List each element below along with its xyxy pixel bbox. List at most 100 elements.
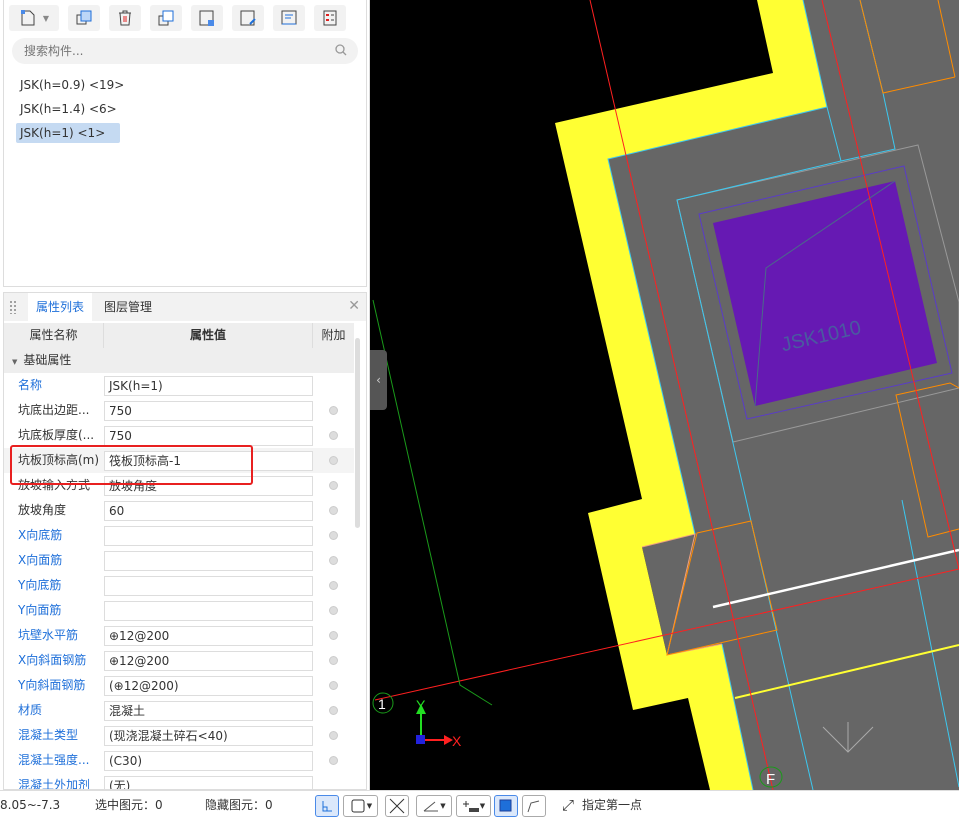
property-row[interactable]: 坑壁水平筋 ⊕12@200	[4, 623, 354, 648]
edit-template-icon	[240, 10, 256, 26]
svg-text:Y: Y	[416, 697, 426, 713]
scrollbar[interactable]	[355, 338, 360, 528]
list-item-selected[interactable]: JSK(h=1) <1>	[16, 123, 120, 143]
orthogonal-button[interactable]	[315, 795, 339, 817]
attach-radio[interactable]	[329, 681, 338, 690]
property-row[interactable]: 名称 JSK(h=1)	[4, 373, 354, 398]
property-value-field[interactable]: 750	[104, 426, 313, 446]
property-value-field[interactable]	[104, 551, 313, 571]
attach-radio[interactable]	[329, 456, 338, 465]
search-input[interactable]	[12, 38, 358, 64]
property-name: 坑底出边距...	[18, 403, 90, 417]
property-name: 混凝土外加剂	[18, 778, 91, 790]
chevron-left-icon: ‹	[376, 373, 381, 387]
property-value-field[interactable]: 750	[104, 401, 313, 421]
edit-template-button[interactable]	[232, 5, 264, 31]
attach-radio[interactable]	[329, 481, 338, 490]
dimension-icon	[462, 801, 479, 812]
axis-label-f: F	[766, 771, 775, 788]
dimension-button[interactable]: ▼	[456, 795, 491, 817]
command-prompt: 指定第一点	[582, 798, 643, 812]
column-header: 属性值	[104, 323, 313, 348]
property-row[interactable]: 放坡角度 60	[4, 498, 354, 523]
property-name: 混凝土类型	[18, 728, 79, 742]
property-value-field[interactable]: ⊕12@200	[104, 626, 313, 646]
polyline-button[interactable]	[522, 795, 546, 817]
attach-radio[interactable]	[329, 581, 338, 590]
highlight-box	[10, 445, 253, 485]
property-value-field[interactable]: 混凝土	[104, 701, 313, 721]
snap-button[interactable]: ▼	[343, 795, 378, 817]
property-value-field[interactable]: (现浇混凝土碎石<40)	[104, 726, 313, 746]
layer-copy-icon	[158, 10, 174, 26]
property-name: 放坡角度	[18, 503, 67, 517]
property-value-field[interactable]	[104, 526, 313, 546]
property-name: X向斜面钢筋	[18, 653, 87, 667]
attach-radio[interactable]	[329, 556, 338, 565]
attach-radio[interactable]	[329, 406, 338, 415]
collapse-panel-button[interactable]: ‹	[370, 350, 387, 410]
property-row[interactable]: X向底筋	[4, 523, 354, 548]
cad-canvas[interactable]: JSK1010 1 F Y X	[370, 0, 959, 791]
property-row[interactable]: 坑底出边距... 750	[4, 398, 354, 423]
property-value-field[interactable]: 60	[104, 501, 313, 521]
property-value-field[interactable]: ⊕12@200	[104, 651, 313, 671]
selected-count: 选中图元：0	[95, 798, 163, 812]
copy-button[interactable]	[68, 5, 100, 31]
checklist-button[interactable]	[314, 5, 346, 31]
search-icon[interactable]	[335, 44, 347, 56]
new-component-button[interactable]: ▼	[9, 5, 59, 31]
save-template-button[interactable]	[191, 5, 223, 31]
list-item[interactable]: JSK(h=0.9) <19>	[16, 75, 128, 95]
property-row[interactable]: X向面筋	[4, 548, 354, 573]
property-row[interactable]: 混凝土类型 (现浇混凝土碎石<40)	[4, 723, 354, 748]
tab-property-list[interactable]: 属性列表	[28, 293, 93, 321]
property-value-field[interactable]: (无)	[104, 776, 313, 789]
property-name: 混凝土强度...	[18, 753, 90, 767]
property-row[interactable]: Y向斜面钢筋 (⊕12@200)	[4, 673, 354, 698]
attach-radio[interactable]	[329, 656, 338, 665]
drag-handle[interactable]	[9, 300, 17, 314]
copy-icon	[76, 10, 92, 25]
property-row[interactable]: Y向底筋	[4, 573, 354, 598]
properties-icon	[281, 10, 297, 25]
display-button[interactable]	[494, 795, 518, 817]
property-row[interactable]: 混凝土强度... (C30)	[4, 748, 354, 773]
attach-radio[interactable]	[329, 531, 338, 540]
attach-radio[interactable]	[329, 606, 338, 615]
left-panel: ▼ JSK(h=0.9) <19> JSK(h=1.4) <6> JSK(h=1…	[0, 0, 370, 790]
property-name: Y向底筋	[18, 578, 62, 592]
attach-radio[interactable]	[329, 631, 338, 640]
close-icon[interactable]: ✕	[348, 298, 360, 314]
attach-radio[interactable]	[329, 506, 338, 515]
property-value-field[interactable]: (⊕12@200)	[104, 676, 313, 696]
tab-layer-management[interactable]: 图层管理	[96, 293, 160, 321]
attach-radio[interactable]	[329, 706, 338, 715]
group-label: 基础属性	[23, 353, 72, 367]
property-value-field[interactable]	[104, 576, 313, 596]
display-icon	[499, 799, 512, 812]
angle-icon	[423, 801, 439, 812]
properties-button[interactable]	[273, 5, 305, 31]
property-row[interactable]: 材质 混凝土	[4, 698, 354, 723]
property-row[interactable]: Y向面筋	[4, 598, 354, 623]
attach-radio[interactable]	[329, 756, 338, 765]
property-panel: 属性列表 图层管理 ✕ 属性名称 属性值 附加 ▼ 基础属性 名称 JSK(h=1…	[3, 292, 367, 790]
caret-down-icon: ▼	[12, 358, 18, 366]
property-row[interactable]: 混凝土外加剂 (无)	[4, 773, 354, 790]
delete-button[interactable]	[109, 5, 141, 31]
attach-radio[interactable]	[329, 731, 338, 740]
polyline-icon	[527, 800, 540, 813]
property-value-field[interactable]	[104, 601, 313, 621]
property-row[interactable]: X向斜面钢筋 ⊕12@200	[4, 648, 354, 673]
save-template-icon	[199, 10, 214, 26]
intersection-button[interactable]	[385, 795, 409, 817]
angle-button[interactable]: ▼	[416, 795, 452, 817]
property-value-field[interactable]: JSK(h=1)	[104, 376, 313, 396]
layer-copy-button[interactable]	[150, 5, 182, 31]
list-item[interactable]: JSK(h=1.4) <6>	[16, 99, 121, 119]
attach-radio[interactable]	[329, 431, 338, 440]
group-basic-properties[interactable]: ▼ 基础属性	[4, 348, 354, 373]
property-value-field[interactable]: (C30)	[104, 751, 313, 771]
hidden-count: 隐藏图元：0	[205, 798, 273, 812]
